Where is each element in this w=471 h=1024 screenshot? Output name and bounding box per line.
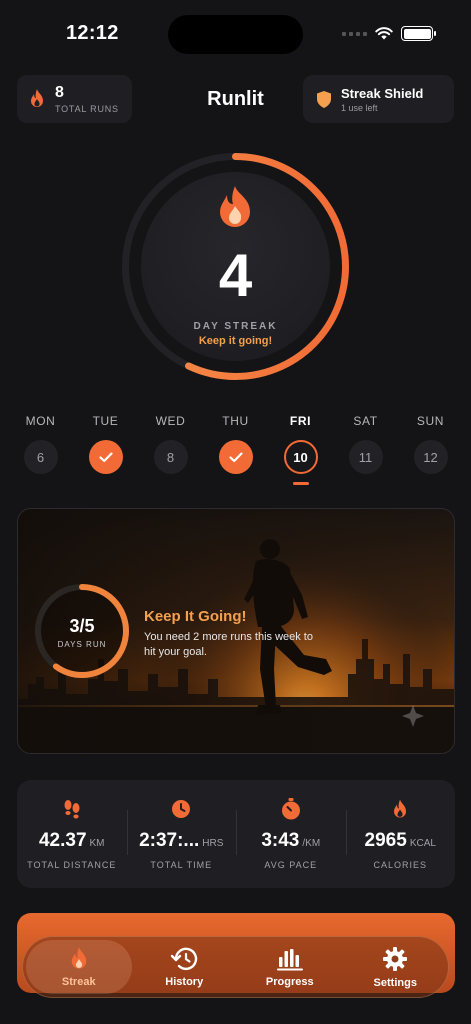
stat-unit: /KM [302,838,321,849]
day-date-today: 10 [283,440,318,474]
flame-icon [394,799,407,817]
weekly-goal-ring: 3/5 DAYS RUN [33,582,131,680]
streak-count: 4 [218,242,253,309]
day-name: MON [25,414,56,428]
flame-icon [71,946,86,969]
day-completed-check [218,440,253,474]
stat-value: 2965 [364,830,407,851]
day-name: TUE [92,414,119,428]
day-name: FRI [289,414,312,428]
nav-history[interactable]: History [132,937,238,997]
footprints-icon [64,800,80,819]
stat-unit: KCAL [409,838,436,849]
shield-uses-left: 1 use left [341,102,378,113]
stat-value: 2:37:... [139,830,200,851]
nav-label: Streak [61,975,96,988]
nav-streak[interactable]: Streak [26,940,132,994]
weekly-goal-card[interactable]: 3/5 DAYS RUN Keep It Going! You need 2 m… [17,508,455,754]
day-thu[interactable]: THU [203,414,268,485]
stat-value: 42.37 [38,830,87,851]
day-wed[interactable]: WED 8 [138,414,203,485]
stat-label: TOTAL DISTANCE [27,860,117,870]
bottom-nav: Streak History Progress Settings [22,936,449,998]
day-name: SAT [353,414,378,428]
nav-label: History [165,975,204,988]
history-icon [171,947,198,970]
day-date: 11 [348,440,383,474]
stat-label: TOTAL TIME [150,860,213,870]
day-date: 8 [153,440,188,474]
stat-total-distance: 42.37 KM TOTAL DISTANCE [17,780,127,888]
flame-icon [220,186,250,227]
day-name: WED [155,414,186,428]
day-name: SUN [416,414,445,428]
gear-icon [383,946,408,971]
stat-avg-pace: 3:43/KM AVG PACE [236,780,346,888]
stat-unit: HRS [202,838,224,849]
day-sat[interactable]: SAT 11 [333,414,398,485]
stopwatch-icon [281,798,300,820]
shield-icon [317,90,331,108]
goal-description: You need 2 more runs this week to hit yo… [144,631,313,658]
today-indicator [292,482,309,485]
day-completed-check [88,440,123,474]
dynamic-island [168,15,303,54]
nav-progress[interactable]: Progress [237,937,343,997]
streak-shield-card[interactable]: Streak Shield 1 use left [303,75,454,123]
battery-icon [401,26,436,41]
streak-label: DAY STREAK [193,321,278,332]
status-icons [342,26,436,41]
week-calendar: MON 6 TUE WED 8 THU FRI 10 SAT 11 SUN 12 [8,414,463,485]
stats-card: 42.37 KM TOTAL DISTANCE 2:37:... HRS TOTAL… [17,780,455,888]
day-sun[interactable]: SUN 12 [398,414,463,485]
stat-label: CALORIES [373,860,427,870]
clock-icon [172,800,191,818]
day-mon[interactable]: MON 6 [8,414,73,485]
goal-value: 3/5 [69,616,95,636]
goal-title: Keep It Going! [144,608,247,625]
streak-subtitle: Keep it going! [198,335,273,347]
streak-ring: 4 DAY STREAK Keep it going! [120,151,351,382]
stat-unit: KM [89,838,105,849]
day-tue[interactable]: TUE [73,414,138,485]
stat-calories: 2965 KCAL CALORIES [345,780,456,888]
goal-label: DAYS RUN [57,640,107,649]
nav-label: Settings [373,976,417,989]
nav-settings[interactable]: Settings [343,937,449,997]
day-name: THU [222,414,249,428]
check-icon [98,451,113,462]
day-fri[interactable]: FRI 10 [268,414,333,485]
bar-chart-icon [276,948,303,970]
day-date: 6 [23,440,58,474]
signal-icon [342,31,367,36]
status-time: 12:12 [66,22,119,44]
shield-title: Streak Shield [341,85,424,101]
stat-total-time: 2:37:... HRS TOTAL TIME [126,780,237,888]
wifi-icon [375,27,393,40]
nav-label: Progress [265,975,314,988]
stat-label: AVG PACE [264,860,318,870]
check-icon [228,451,243,462]
day-date: 12 [413,440,448,474]
stat-value: 3:43 [261,830,300,851]
